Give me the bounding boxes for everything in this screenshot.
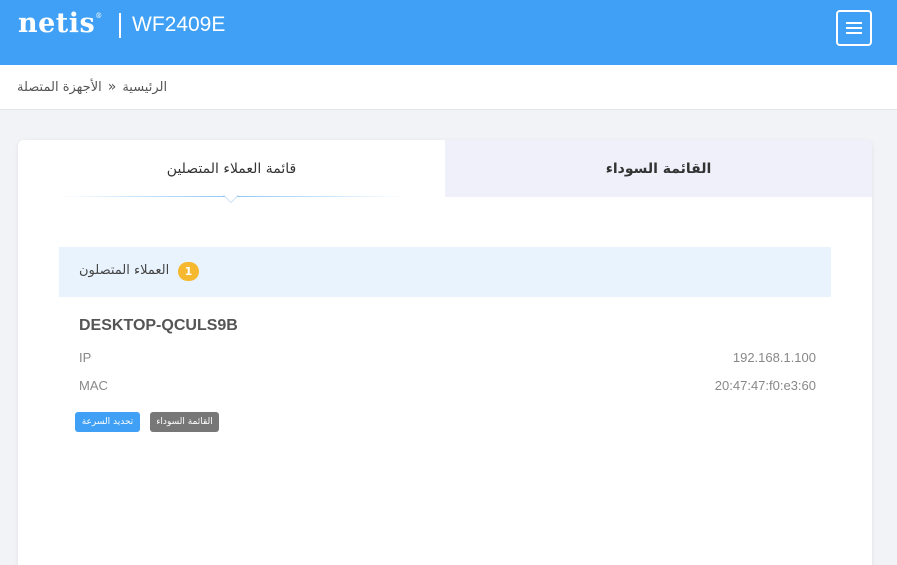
breadcrumb: الرئيسية « الأجهزة المتصلة <box>17 79 167 95</box>
breadcrumb-separator: « <box>107 79 117 95</box>
active-tab-caret-inner <box>224 195 238 202</box>
add-to-blacklist-button[interactable]: القائمة السوداء <box>150 412 219 432</box>
tab-connected-clients[interactable]: قائمة العملاء المتصلين <box>18 140 445 197</box>
registered-mark: ® <box>95 12 103 20</box>
ip-label: IP <box>79 350 92 365</box>
speed-limit-button[interactable]: تحديد السرعة <box>75 412 140 432</box>
breadcrumb-home-link[interactable]: الرئيسية <box>122 80 167 95</box>
logo-text: netis <box>18 8 96 39</box>
section-title: العملاء المتصلون <box>79 263 170 278</box>
ip-value: 192.168.1.100 <box>732 350 816 365</box>
hamburger-icon <box>846 22 862 24</box>
breadcrumb-bar: الرئيسية « الأجهزة المتصلة <box>0 65 897 110</box>
device-name: DESKTOP-QCULS9B <box>79 317 238 334</box>
hamburger-icon-line <box>846 27 862 29</box>
client-count-badge: 1 <box>178 262 199 281</box>
breadcrumb-current: الأجهزة المتصلة <box>17 79 102 95</box>
tab-blacklist[interactable]: القائمة السوداء <box>445 140 872 197</box>
hamburger-icon-line <box>846 32 862 34</box>
top-header: netis® WF2409E <box>0 0 897 65</box>
tab-bar: قائمة العملاء المتصلين القائمة السوداء <box>18 140 872 203</box>
model-name: WF2409E <box>132 13 226 36</box>
mac-label: MAC <box>79 378 108 393</box>
netis-logo[interactable]: netis® <box>18 8 103 39</box>
connected-devices-panel: قائمة العملاء المتصلين القائمة السوداء ا… <box>18 140 872 565</box>
header-divider <box>119 13 121 38</box>
connected-clients-header: العملاء المتصلون 1 <box>59 247 831 297</box>
hamburger-menu-button[interactable] <box>836 10 872 46</box>
mac-value: 20:47:47:f0:e3:60 <box>714 378 816 393</box>
